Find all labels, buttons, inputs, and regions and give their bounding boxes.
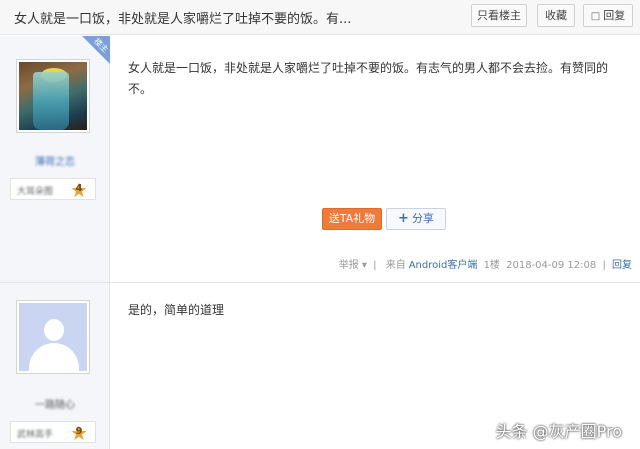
avatar-image (19, 62, 87, 130)
avatar[interactable] (16, 59, 90, 133)
plus-icon: + (398, 211, 409, 226)
avatar[interactable] (16, 300, 90, 374)
username[interactable]: 薄荷之恋 (0, 153, 110, 168)
post-time: 2018-04-09 12:08 (506, 260, 597, 271)
default-avatar-image (19, 303, 87, 371)
reply-link[interactable]: 回复 (612, 260, 632, 271)
report-link[interactable]: 举报 ▾ (336, 260, 367, 271)
share-label: 分享 (411, 212, 434, 225)
level-box: 武林高手 ★ 9 (10, 421, 96, 443)
only-op-button[interactable]: 只看楼主 (471, 4, 527, 27)
post-content: 女人就是一口饭，非处就是人家嚼烂了吐掉不要的饭。有志气的男人都不会去捡。有赞同的… (128, 61, 609, 96)
share-button[interactable]: + 分享 (386, 208, 446, 230)
thread-header: 女人就是一口饭，非处就是人家嚼烂了吐掉不要的饭。有... 只看楼主 收藏 □ 回复 (0, 0, 640, 35)
level-number: 4 (75, 183, 83, 194)
favorite-label: 收藏 (545, 9, 567, 22)
comment-icon: □ (590, 11, 601, 22)
watermark: 头条 @灰产圈Pro (495, 422, 622, 441)
post-content: 是的，简单的道理 (128, 303, 225, 317)
source-link[interactable]: Android客户端 (409, 260, 478, 271)
send-gift-button[interactable]: 送TA礼物 (322, 208, 382, 230)
post-divider (0, 282, 640, 283)
level-box: 大耳朵图 ★ 4 (10, 178, 96, 200)
post-meta: 举报 ▾ | 来自 Android客户端 1楼 2018-04-09 12:08 … (333, 256, 632, 271)
thread-title: 女人就是一口饭，非处就是人家嚼烂了吐掉不要的饭。有... (14, 12, 352, 27)
reply-button[interactable]: □ 回复 (583, 4, 633, 27)
level-number: 9 (75, 426, 83, 437)
favorite-button[interactable]: 收藏 (537, 4, 575, 27)
reply-label: 回复 (603, 9, 626, 22)
only-op-label: 只看楼主 (477, 9, 521, 22)
floor-number: 1楼 (483, 260, 500, 271)
username[interactable]: 一路随心 (0, 396, 110, 411)
op-badge: 楼主 (82, 36, 110, 64)
level-title: 武林高手 (17, 430, 54, 440)
level-title: 大耳朵图 (17, 187, 54, 197)
source-text: 来自 Android客户端 (385, 260, 478, 271)
